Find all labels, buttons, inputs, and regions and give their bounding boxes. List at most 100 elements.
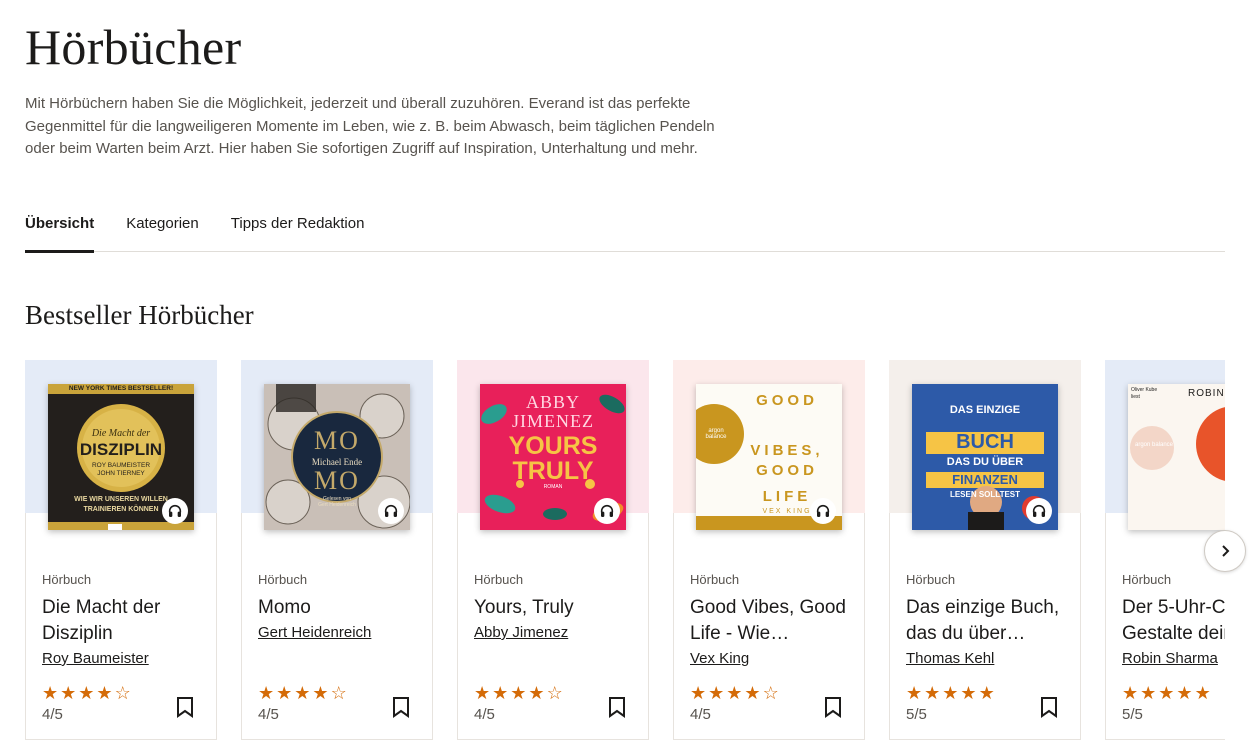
rating-text: 5/5 (906, 706, 927, 723)
content-type-label: Hörbuch (690, 572, 740, 587)
headphones-icon (378, 498, 404, 524)
book-cover[interactable]: ROBIN S Oliver Kube liest CL argon balan… (1128, 384, 1225, 530)
cover-text: GOOD (756, 462, 818, 479)
rating-text: 4/5 (42, 706, 63, 723)
section-title: Bestseller Hörbücher (25, 300, 254, 330)
cover-text: DAS DU ÜBER (946, 456, 1024, 468)
star-empty-icon: ☆ (546, 683, 563, 703)
content-type-label: Hörbuch (906, 572, 956, 587)
star-icon: ★ (96, 683, 113, 703)
author-link[interactable]: Roy Baumeister (42, 650, 149, 667)
book-title[interactable]: Momo (258, 595, 430, 621)
star-icon: ★ (276, 683, 293, 703)
cover-text: MO (314, 426, 360, 455)
content-type-label: Hörbuch (474, 572, 524, 587)
star-icon: ★ (690, 683, 707, 703)
cover-text: DAS EINZIGE (949, 404, 1021, 416)
book-cover[interactable]: DAS EINZIGE BUCH DAS DU ÜBER FINANZEN LE… (912, 384, 1058, 530)
cover-text: VIBES, (750, 442, 824, 459)
chevron-right-icon (1222, 545, 1230, 557)
star-icon: ★ (1140, 683, 1157, 703)
bookmark-icon[interactable] (392, 696, 410, 718)
book-cover[interactable]: NEW YORK TIMES BESTSELLER! Die Macht der… (48, 384, 194, 530)
cover-text: CL (1224, 442, 1225, 465)
cover-banner: NEW YORK TIMES BESTSELLER! (68, 385, 174, 392)
cover-text: ROY BAUMEISTER (91, 462, 151, 469)
rating-text: 4/5 (258, 706, 279, 723)
cover-text: JIMENEZ (512, 411, 594, 431)
star-icon: ★ (978, 683, 995, 703)
star-rating: ★ ★ ★ ★ ☆ (258, 684, 347, 702)
cover-text: TRULY (512, 457, 594, 485)
bookmark-icon[interactable] (824, 696, 842, 718)
star-icon: ★ (1194, 683, 1211, 703)
star-icon: ★ (492, 683, 509, 703)
carousel-next-button[interactable] (1204, 530, 1246, 572)
book-card[interactable]: MO Michael Ende MO Gelesen von Gert Heid… (241, 360, 433, 740)
book-title[interactable]: Die Macht der Disziplin (42, 595, 214, 647)
cover-text: JOHN TIERNEY (97, 470, 145, 477)
cover-text: ROBIN S (1188, 388, 1225, 399)
headphones-icon (810, 498, 836, 524)
book-cover[interactable]: ABBY JIMENEZ YOURS TRULY ROMAN (480, 384, 626, 530)
book-cover[interactable]: GOOD VIBES, GOOD LIFE VEX KING argon bal… (696, 384, 842, 530)
star-icon: ★ (258, 683, 275, 703)
bestseller-carousel: NEW YORK TIMES BESTSELLER! Die Macht der… (25, 360, 1225, 740)
book-card[interactable]: GOOD VIBES, GOOD LIFE VEX KING argon bal… (673, 360, 865, 740)
book-cover[interactable]: MO Michael Ende MO Gelesen von Gert Heid… (264, 384, 410, 530)
star-icon: ★ (1158, 683, 1175, 703)
star-icon: ★ (1176, 683, 1193, 703)
tab-overview[interactable]: Übersicht (25, 205, 95, 253)
tab-bar: Übersicht Kategorien Tipps der Redaktion (25, 205, 1225, 253)
headphones-icon (162, 498, 188, 524)
cover-text: ROMAN (543, 484, 563, 490)
book-title[interactable]: Good Vibes, Good Life - Wie… (690, 595, 862, 647)
star-icon: ★ (960, 683, 977, 703)
star-rating: ★ ★ ★ ★ ★ (1122, 684, 1211, 702)
author-link[interactable]: Thomas Kehl (906, 650, 994, 667)
star-icon: ★ (708, 683, 725, 703)
author-link[interactable]: Abby Jimenez (474, 624, 568, 641)
publisher-logo: argon balance (705, 428, 727, 440)
book-title[interactable]: Der 5-Uhr-Club:Gestalte deinen… (1122, 595, 1225, 647)
star-rating: ★ ★ ★ ★ ★ (906, 684, 995, 702)
book-card[interactable]: ABBY JIMENEZ YOURS TRULY ROMAN Hörbuch Y… (457, 360, 649, 740)
cover-text: liest (1131, 394, 1140, 400)
publisher-logo: argon balance (1134, 442, 1174, 448)
star-empty-icon: ☆ (114, 683, 131, 703)
author-link[interactable]: Gert Heidenreich (258, 624, 371, 641)
book-title[interactable]: Das einzige Buch, das du über… (906, 595, 1078, 647)
content-type-label: Hörbuch (258, 572, 308, 587)
bookmark-icon[interactable] (176, 696, 194, 718)
star-rating: ★ ★ ★ ★ ☆ (474, 684, 563, 702)
book-card[interactable]: DAS EINZIGE BUCH DAS DU ÜBER FINANZEN LE… (889, 360, 1081, 740)
cover-text: ABBY (525, 392, 580, 412)
cover-text: DISZIPLIN (79, 440, 163, 459)
tab-categories[interactable]: Kategorien (126, 205, 199, 252)
rating-text: 5/5 (1122, 706, 1143, 723)
star-rating: ★ ★ ★ ★ ☆ (42, 684, 131, 702)
star-icon: ★ (906, 683, 923, 703)
star-icon: ★ (60, 683, 77, 703)
headphones-icon (594, 498, 620, 524)
bookmark-icon[interactable] (1040, 696, 1058, 718)
star-icon: ★ (726, 683, 743, 703)
star-icon: ★ (294, 683, 311, 703)
star-icon: ★ (924, 683, 941, 703)
cover-text: Oliver Kube (1131, 387, 1158, 393)
rating-text: 4/5 (690, 706, 711, 723)
author-link[interactable]: Vex King (690, 650, 749, 667)
cover-text: BUCH (956, 431, 1014, 453)
book-card[interactable]: NEW YORK TIMES BESTSELLER! Die Macht der… (25, 360, 217, 740)
star-icon: ★ (942, 683, 959, 703)
headphones-icon (1026, 498, 1052, 524)
cover-text: GOOD (756, 392, 818, 409)
star-icon: ★ (510, 683, 527, 703)
bookmark-icon[interactable] (608, 696, 626, 718)
content-type-label: Hörbuch (1122, 572, 1172, 587)
tab-editors-picks[interactable]: Tipps der Redaktion (231, 205, 365, 252)
star-icon: ★ (744, 683, 761, 703)
author-link[interactable]: Robin Sharma (1122, 650, 1218, 667)
cover-text: MO (314, 466, 360, 495)
book-title[interactable]: Yours, Truly (474, 595, 646, 621)
